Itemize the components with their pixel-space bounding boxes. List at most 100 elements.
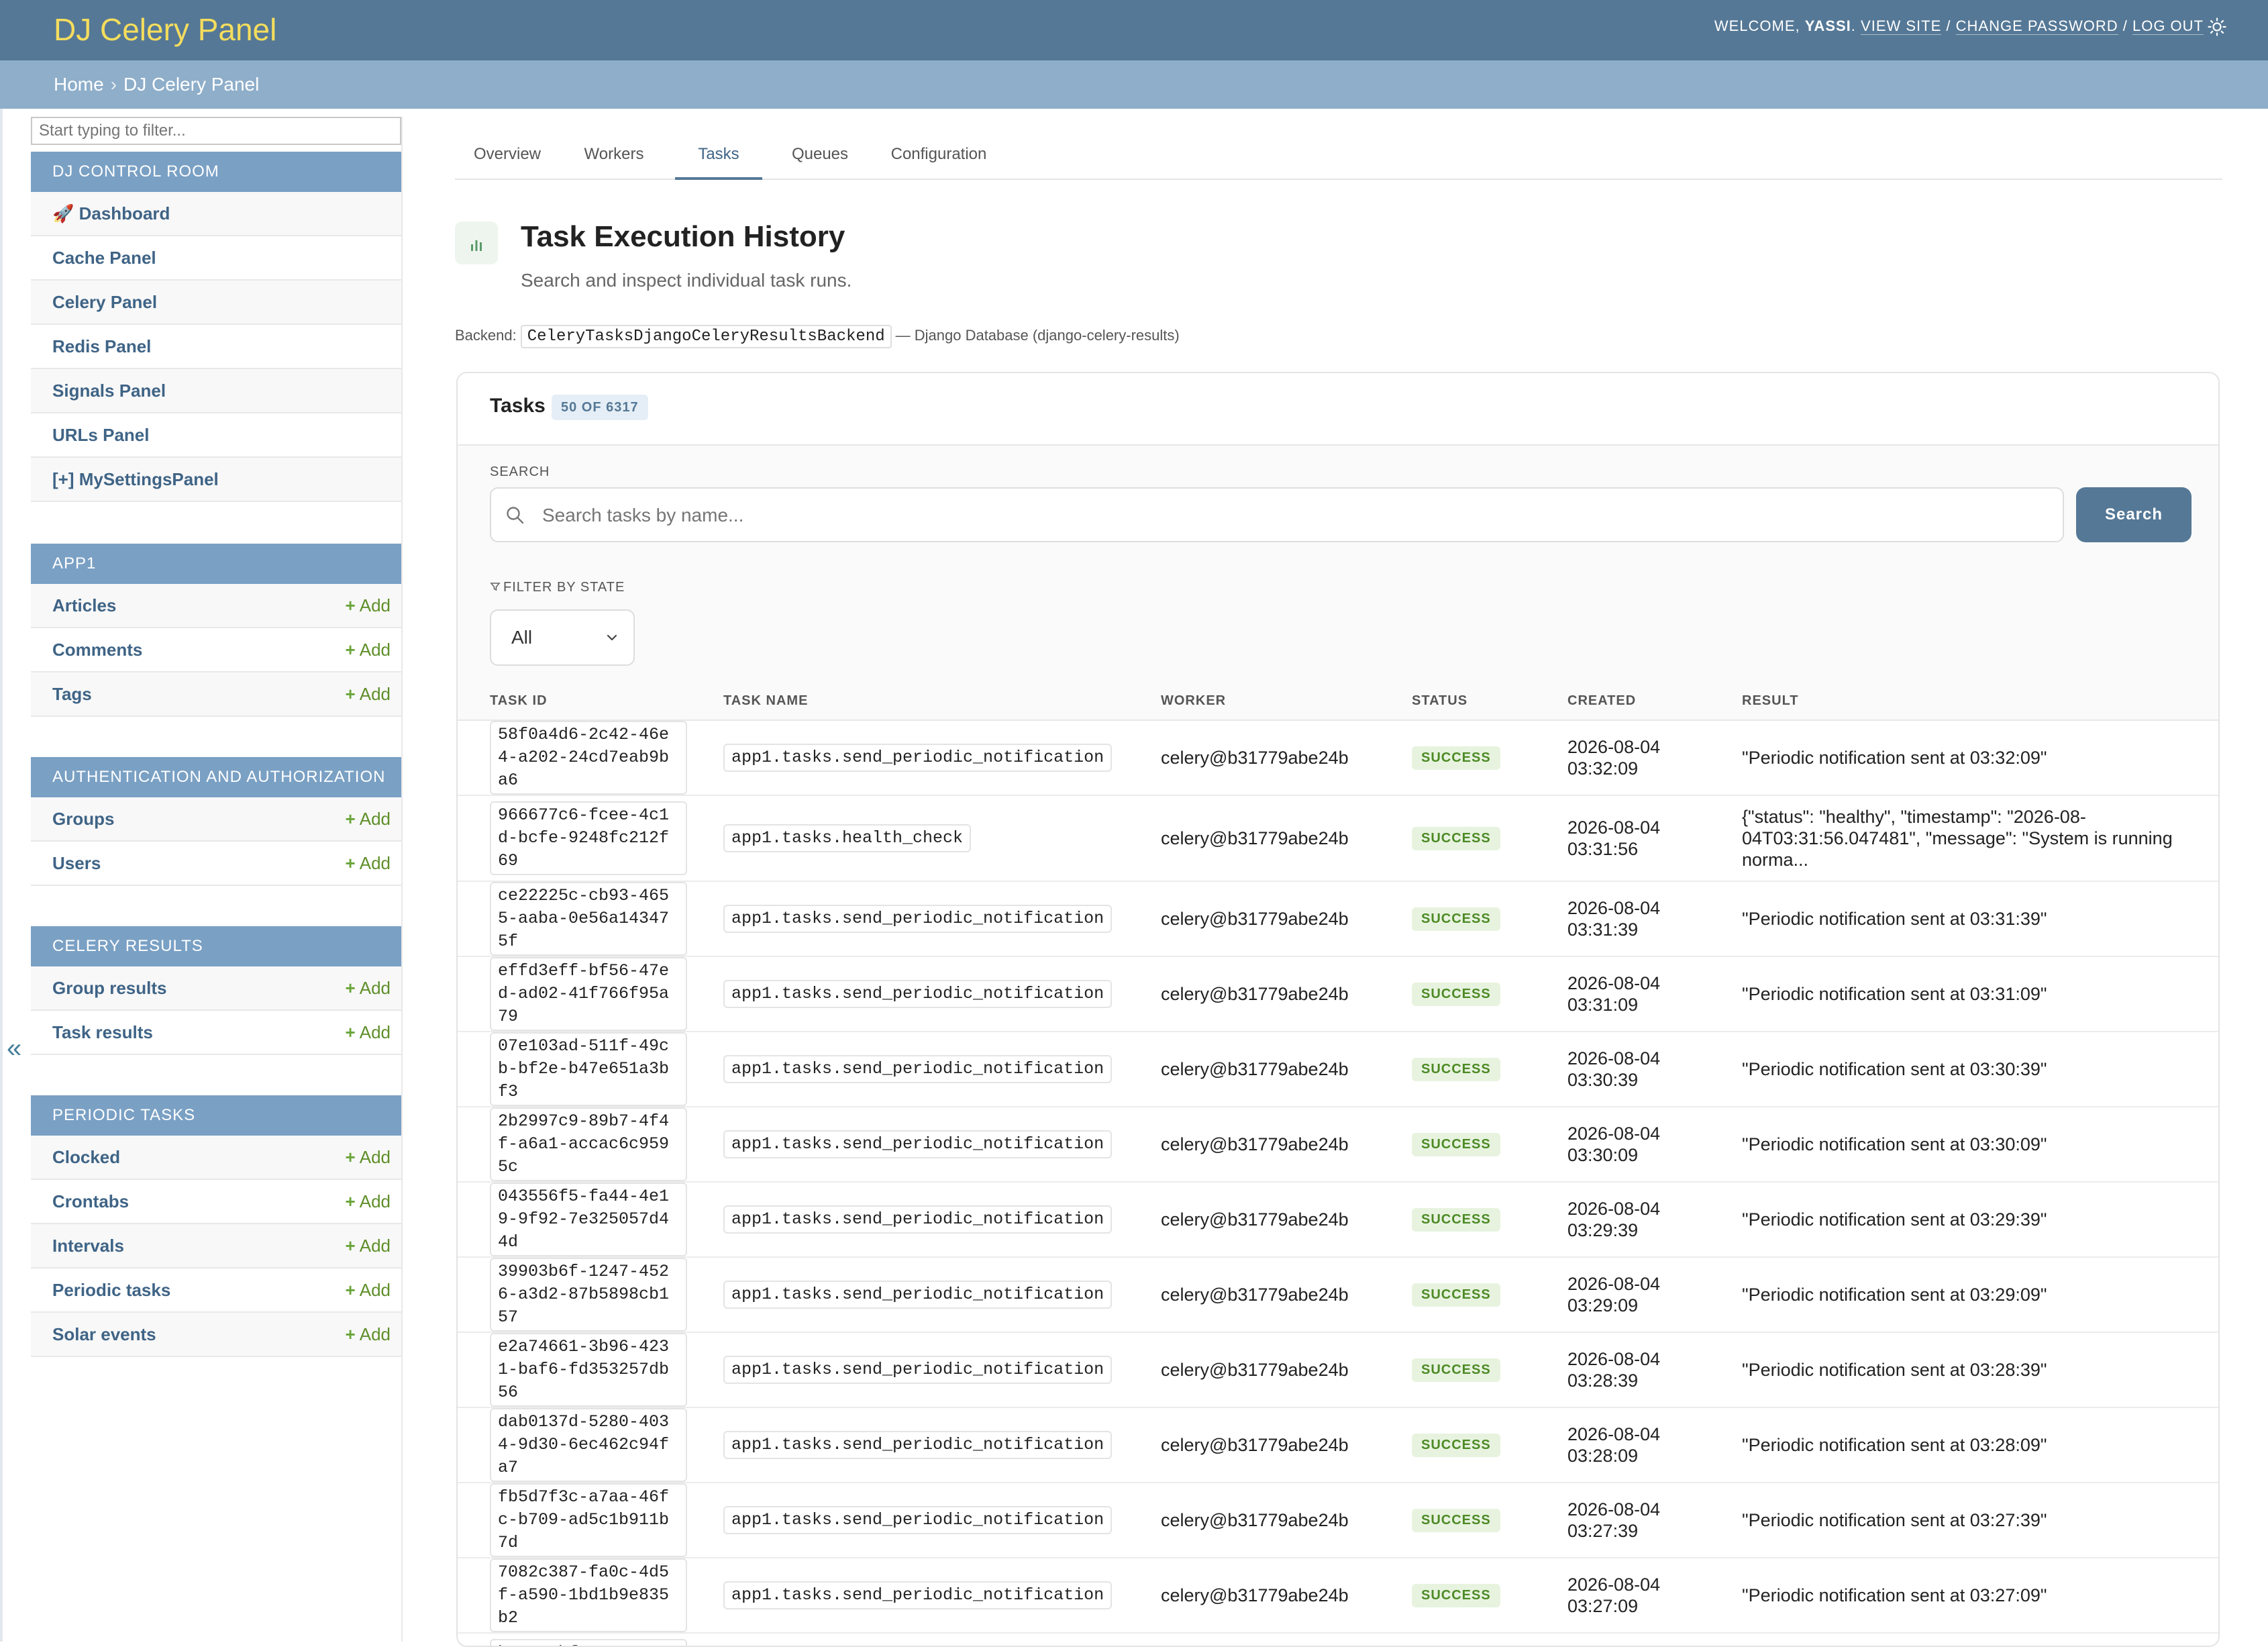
task-id[interactable]: e2a74661-3b96-4231-baf6-fd353257db56 bbox=[490, 1333, 687, 1407]
task-id[interactable]: 966677c6-fcee-4c1d-bcfe-9248fc212f69 bbox=[490, 801, 687, 875]
add-link[interactable]: + Add bbox=[346, 1011, 391, 1054]
task-created: 2026-08-04 03:31:39 bbox=[1567, 881, 1742, 957]
table-row[interactable]: 043556f5-fa44-4e19-9f92-7e325057d44d app… bbox=[458, 1182, 2218, 1258]
table-row[interactable]: effd3eff-bf56-47ed-ad02-41f766f95a79 app… bbox=[458, 956, 2218, 1032]
status-badge: Success bbox=[1412, 1133, 1500, 1156]
add-link[interactable]: + Add bbox=[346, 966, 391, 1009]
module-caption: Authentication and Authorization bbox=[31, 757, 401, 797]
task-id[interactable]: 39903b6f-1247-4526-a3d2-87b5898cb157 bbox=[490, 1258, 687, 1332]
module-caption: Celery Results bbox=[31, 926, 401, 966]
backend-name: CeleryTasksDjangoCeleryResultsBackend bbox=[520, 325, 892, 348]
add-link[interactable]: + Add bbox=[346, 672, 391, 715]
task-worker: celery@b31779abe24b bbox=[1161, 1558, 1412, 1634]
task-worker: celery@b31779abe24b bbox=[1161, 956, 1412, 1032]
search-button[interactable]: Search bbox=[2076, 487, 2192, 542]
sun-icon[interactable] bbox=[2208, 17, 2226, 36]
tab-workers[interactable]: Workers bbox=[577, 141, 651, 177]
sidebar-item-urls-panel[interactable]: URLs Panel bbox=[31, 413, 401, 458]
sidebar-item-comments[interactable]: Comments + Add bbox=[31, 628, 401, 672]
task-id[interactable]: effd3eff-bf56-47ed-ad02-41f766f95a79 bbox=[490, 957, 687, 1031]
sidebar-item-tags[interactable]: Tags + Add bbox=[31, 672, 401, 717]
nav-filter-input[interactable] bbox=[31, 117, 401, 145]
tab-tasks[interactable]: Tasks bbox=[675, 141, 762, 180]
task-result: "Periodic notification sent at 03:28:39" bbox=[1742, 1332, 2218, 1408]
add-link[interactable]: + Add bbox=[346, 1268, 391, 1311]
column-header-worker: Worker bbox=[1161, 682, 1412, 721]
view-site-link[interactable]: View site bbox=[1861, 17, 1942, 35]
task-id[interactable]: 043556f5-fa44-4e19-9f92-7e325057d44d bbox=[490, 1183, 687, 1256]
table-row[interactable]: e2a74661-3b96-4231-baf6-fd353257db56 app… bbox=[458, 1332, 2218, 1408]
sidebar-item-clocked[interactable]: Clocked + Add bbox=[31, 1136, 401, 1180]
table-row[interactable]: 07e103ad-511f-49cb-bf2e-b47e651a3bf3 app… bbox=[458, 1032, 2218, 1107]
task-result: "Periodic notification sent at 03:31:39" bbox=[1742, 881, 2218, 957]
task-id[interactable]: 07e103ad-511f-49cb-bf2e-b47e651a3bf3 bbox=[490, 1032, 687, 1106]
add-link[interactable]: + Add bbox=[346, 797, 391, 840]
sidebar-item-intervals[interactable]: Intervals + Add bbox=[31, 1224, 401, 1268]
table-row[interactable]: 39903b6f-1247-4526-a3d2-87b5898cb157 app… bbox=[458, 1257, 2218, 1333]
tab-configuration[interactable]: Configuration bbox=[882, 141, 996, 177]
sidebar-item-task-results[interactable]: Task results + Add bbox=[31, 1011, 401, 1055]
log-out-link[interactable]: Log out bbox=[2132, 17, 2204, 35]
tab-queues[interactable]: Queues bbox=[780, 141, 860, 177]
state-filter-select[interactable]: All bbox=[490, 609, 635, 666]
task-worker: celery@b31779abe24b bbox=[1161, 1483, 1412, 1558]
sidebar-item-crontabs[interactable]: Crontabs + Add bbox=[31, 1180, 401, 1224]
task-id[interactable]: 7082c387-fa0c-4d5f-a590-1bd1b9e835b2 bbox=[490, 1558, 687, 1632]
sidebar-collapse-toggle[interactable]: « bbox=[7, 1034, 21, 1064]
task-name: app1.tasks.send_periodic_notification bbox=[723, 744, 1113, 772]
table-row[interactable]: dab0137d-5280-4034-9d30-6ec462c94fa7 app… bbox=[458, 1407, 2218, 1483]
tab-overview[interactable]: Overview bbox=[467, 141, 548, 177]
table-row[interactable]: b8c9a7bf-6411-496b-9f5b-579247ba4cc9 app… bbox=[458, 1633, 2218, 1646]
sidebar-item-groups[interactable]: Groups + Add bbox=[31, 797, 401, 842]
site-branding[interactable]: DJ Celery Panel bbox=[54, 10, 276, 49]
table-row[interactable]: fb5d7f3c-a7aa-46fc-b709-ad5c1b911b7d app… bbox=[458, 1483, 2218, 1558]
column-header-status: Status bbox=[1412, 682, 1567, 721]
status-badge: Success bbox=[1412, 827, 1500, 850]
module-caption: App1 bbox=[31, 544, 401, 584]
task-id[interactable]: 58f0a4d6-2c42-46e4-a202-24cd7eab9ba6 bbox=[490, 721, 687, 795]
table-row[interactable]: 7082c387-fa0c-4d5f-a590-1bd1b9e835b2 app… bbox=[458, 1558, 2218, 1634]
task-id[interactable]: ce22225c-cb93-4655-aaba-0e56a143475f bbox=[490, 882, 687, 956]
sidebar-item-dashboard[interactable]: 🚀 Dashboard bbox=[31, 192, 401, 236]
sidebar-item-cache-panel[interactable]: Cache Panel bbox=[31, 236, 401, 281]
add-link[interactable]: + Add bbox=[346, 1313, 391, 1356]
sidebar-item-articles[interactable]: Articles + Add bbox=[31, 584, 401, 628]
sidebar-item-group-results[interactable]: Group results + Add bbox=[31, 966, 401, 1011]
task-result: "Periodic notification sent at 03:30:09" bbox=[1742, 1107, 2218, 1183]
add-link[interactable]: + Add bbox=[346, 842, 391, 885]
sidebar-item-users[interactable]: Users + Add bbox=[31, 842, 401, 886]
status-badge: Success bbox=[1412, 1358, 1500, 1382]
table-row[interactable]: ce22225c-cb93-4655-aaba-0e56a143475f app… bbox=[458, 881, 2218, 957]
task-id[interactable]: dab0137d-5280-4034-9d30-6ec462c94fa7 bbox=[490, 1408, 687, 1482]
change-password-link[interactable]: Change password bbox=[1955, 17, 2118, 35]
search-box[interactable] bbox=[490, 487, 2064, 542]
sidebar-item-solar-events[interactable]: Solar events + Add bbox=[31, 1313, 401, 1357]
table-row[interactable]: 58f0a4d6-2c42-46e4-a202-24cd7eab9ba6 app… bbox=[458, 720, 2218, 796]
task-id[interactable]: fb5d7f3c-a7aa-46fc-b709-ad5c1b911b7d bbox=[490, 1483, 687, 1557]
left-edge-border bbox=[0, 109, 3, 1642]
add-link[interactable]: + Add bbox=[346, 584, 391, 627]
task-result: "Periodic notification sent at 03:27:39" bbox=[1742, 1483, 2218, 1558]
status-badge: Success bbox=[1412, 1283, 1500, 1307]
add-link[interactable]: + Add bbox=[346, 628, 391, 671]
task-id[interactable]: 2b2997c9-89b7-4f4f-a6a1-accac6c9595c bbox=[490, 1107, 687, 1181]
sidebar-item-celery-panel[interactable]: Celery Panel bbox=[31, 281, 401, 325]
sidebar-item-signals-panel[interactable]: Signals Panel bbox=[31, 369, 401, 413]
add-link[interactable]: + Add bbox=[346, 1224, 391, 1267]
breadcrumb-current: DJ Celery Panel bbox=[123, 74, 260, 95]
sidebar-item-redis-panel[interactable]: Redis Panel bbox=[31, 325, 401, 369]
task-created: 2026-08-04 03:27:09 bbox=[1567, 1558, 1742, 1634]
breadcrumb-home[interactable]: Home bbox=[54, 74, 104, 95]
search-input[interactable] bbox=[541, 495, 2020, 536]
table-row[interactable]: 2b2997c9-89b7-4f4f-a6a1-accac6c9595c app… bbox=[458, 1107, 2218, 1183]
page-title: Task Execution History bbox=[521, 220, 845, 253]
separator: / bbox=[2122, 17, 2128, 34]
task-id[interactable]: b8c9a7bf-6411-496b-9f5b-579247ba4cc9 bbox=[490, 1639, 687, 1646]
sidebar-item-periodic-tasks[interactable]: Periodic tasks + Add bbox=[31, 1268, 401, 1313]
add-link[interactable]: + Add bbox=[346, 1180, 391, 1223]
table-row[interactable]: 966677c6-fcee-4c1d-bcfe-9248fc212f69 app… bbox=[458, 795, 2218, 882]
task-name: app1.tasks.send_periodic_notification bbox=[723, 1205, 1113, 1234]
sidebar-item-mysettingspanel[interactable]: [+] MySettingsPanel bbox=[31, 458, 401, 502]
task-result: "Periodic notification sent at 03:29:09" bbox=[1742, 1257, 2218, 1333]
add-link[interactable]: + Add bbox=[346, 1136, 391, 1179]
